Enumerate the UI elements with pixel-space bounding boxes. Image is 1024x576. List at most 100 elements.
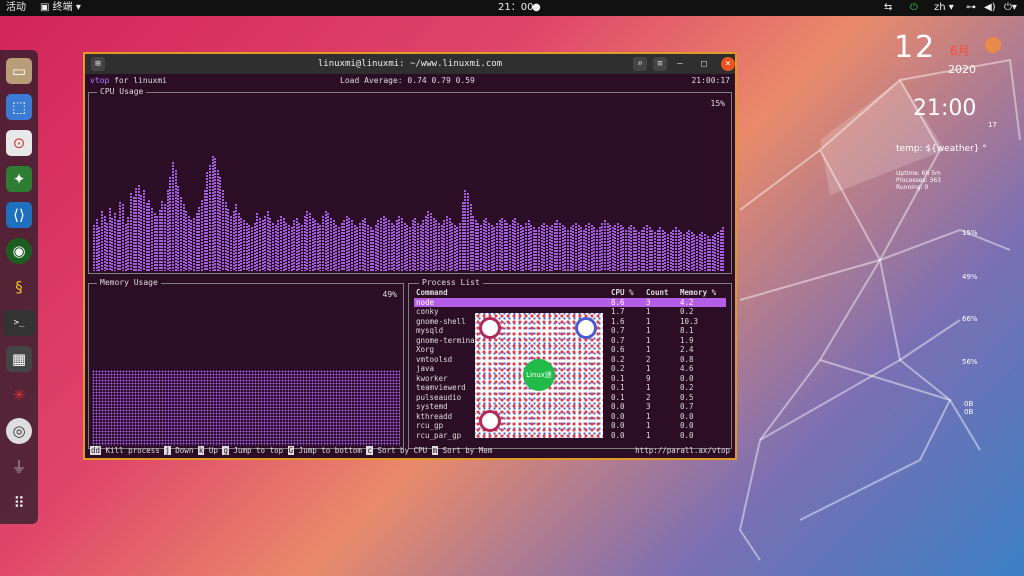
process-memory: 1.9: [680, 335, 694, 345]
new-tab-icon[interactable]: ⊞: [91, 57, 105, 71]
header-count: Count: [646, 288, 669, 297]
dvd-icon[interactable]: ◎: [6, 418, 32, 444]
memory-percent: 49%: [382, 290, 397, 299]
process-count: 1: [646, 345, 651, 354]
process-command: rcu_gp: [416, 421, 444, 430]
app-name: vtop: [90, 76, 110, 85]
process-memory: 0.0: [680, 430, 694, 440]
conky-cpu-pct: 15%: [962, 229, 978, 237]
terminal-window[interactable]: ⊞ linuxmi@linuxmi: ~/www.linuxmi.com ⌕ ≡…: [83, 52, 737, 460]
minimize-icon[interactable]: –: [673, 57, 687, 71]
process-command: conky: [416, 307, 439, 316]
cpu-panel-title: CPU Usage: [97, 87, 147, 96]
screenshot-icon[interactable]: ⬚: [6, 94, 32, 120]
process-memory: 0.0: [680, 421, 694, 430]
vtop-url[interactable]: http://parall.ax/vtop: [635, 446, 730, 455]
process-cpu: 0.0: [611, 402, 625, 411]
label-down: Down: [170, 446, 198, 455]
calculator-icon[interactable]: ▦: [6, 346, 32, 372]
usb-drive-icon[interactable]: ⏚: [6, 454, 32, 480]
process-count: 1: [646, 326, 651, 335]
app-suffix: for linuxmi: [114, 76, 167, 85]
hamburger-menu-icon[interactable]: ≡: [653, 57, 667, 71]
memory-fill: [92, 370, 400, 446]
conky-seconds: 17: [988, 121, 997, 129]
ubuntu-logo-icon: [985, 37, 1001, 53]
process-command: node: [416, 297, 435, 307]
process-cpu: 1.6: [611, 316, 625, 326]
cpu-usage-panel: CPU Usage 15%: [88, 87, 732, 274]
dock: ▭ ⬚ ⊙ ✦ ⟨⟩ ◉ § >_ ▦ ✳ ◎ ⏚ ⠿: [0, 50, 38, 524]
process-command: java: [416, 364, 435, 373]
process-command: gnome-terminal: [416, 335, 480, 345]
maximize-icon[interactable]: □: [697, 57, 711, 71]
process-count: 1: [646, 383, 651, 392]
conky-swap-pct: 56%: [962, 358, 978, 366]
process-memory: 0.5: [680, 392, 694, 402]
process-cpu: 0.0: [611, 430, 625, 440]
process-count: 3: [646, 402, 651, 411]
process-memory: 8.1: [680, 326, 694, 335]
process-count: 1: [646, 335, 651, 345]
python-icon[interactable]: §: [6, 274, 32, 300]
header-cpu: CPU %: [611, 288, 634, 297]
header-memory: Memory %: [680, 288, 717, 297]
label-bottom: Jump to bottom: [294, 446, 367, 455]
process-cpu: 0.6: [611, 345, 625, 354]
process-memory: 0.8: [680, 354, 694, 364]
process-cpu: 0.1: [611, 392, 625, 402]
label-sort-mem: Sort by Mem: [438, 446, 493, 455]
conky-time: 21:00: [913, 96, 977, 121]
search-icon[interactable]: ⌕: [633, 57, 647, 71]
process-count: 3: [646, 297, 651, 307]
cpu-history-graph: [93, 156, 727, 271]
process-cpu: 0.0: [611, 411, 625, 421]
terminal-icon[interactable]: >_: [3, 310, 35, 336]
process-row[interactable]: node 8.6 3 4.2: [414, 297, 726, 307]
process-cpu: 1.7: [611, 307, 625, 316]
conky-processes: Processes: 363: [896, 177, 941, 184]
process-count: 2: [646, 354, 651, 364]
terminal-title: linuxmi@linuxmi: ~/www.linuxmi.com: [317, 59, 503, 69]
qr-eye-icon: [479, 410, 501, 432]
conky-disk-pct: 66%: [962, 315, 978, 323]
android-studio-icon[interactable]: ✦: [6, 166, 32, 192]
files-icon[interactable]: ▭: [6, 58, 32, 84]
process-cpu: 0.1: [611, 383, 625, 392]
terminal-titlebar[interactable]: ⊞ linuxmi@linuxmi: ~/www.linuxmi.com ⌕ ≡…: [85, 54, 735, 74]
conky-net-a: 0B: [964, 400, 974, 408]
process-command: systemd: [416, 402, 448, 411]
process-count: 1: [646, 364, 651, 373]
process-count: 9: [646, 373, 651, 383]
process-cpu: 0.1: [611, 373, 625, 383]
show-apps-icon[interactable]: ⠿: [6, 490, 32, 516]
process-cpu: 8.6: [611, 297, 625, 307]
header-command: Command: [416, 288, 448, 297]
process-memory: 0.7: [680, 402, 694, 411]
settings-toggle-icon[interactable]: ⊙: [6, 130, 32, 156]
close-icon[interactable]: ×: [721, 57, 735, 71]
qr-code-watermark: Linux迷: [475, 313, 603, 438]
process-cpu: 0.7: [611, 335, 625, 345]
process-command: rcu_par_gp: [416, 430, 462, 440]
process-count: 1: [646, 421, 651, 430]
spider-icon[interactable]: ✳: [6, 382, 32, 408]
process-count: 1: [646, 430, 651, 440]
process-command: gnome-shell: [416, 316, 466, 326]
conky-uptime: Uptime: 6h 5m: [896, 170, 941, 177]
terminal-time: 21:00:17: [691, 76, 730, 85]
vscode-icon[interactable]: ⟨⟩: [6, 202, 32, 228]
process-count: 1: [646, 307, 651, 316]
key-kill: dd: [90, 446, 102, 455]
conky-running: Running: 0: [896, 184, 929, 191]
globe-icon[interactable]: ◉: [6, 238, 32, 264]
process-command: mysqld: [416, 326, 444, 335]
process-cpu: 0.2: [611, 354, 625, 364]
process-memory: 0.2: [680, 383, 694, 392]
process-command: kthreadd: [416, 411, 453, 421]
qr-eye-icon: [479, 317, 501, 339]
process-command: vmtoolsd: [416, 354, 453, 364]
label-kill: Kill process: [101, 446, 165, 455]
cpu-percent: 15%: [710, 99, 725, 108]
process-memory: 2.4: [680, 345, 694, 354]
